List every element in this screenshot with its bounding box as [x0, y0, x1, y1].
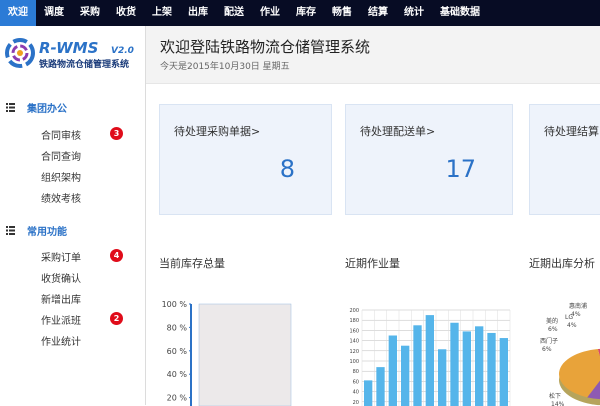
pie-label: 西门子	[540, 337, 558, 345]
y-tick-label: 20 %	[167, 394, 188, 403]
badge-contract-review: 3	[110, 127, 123, 140]
nav-shelving[interactable]: 上架	[144, 0, 180, 26]
y-tick-label: 60	[353, 379, 359, 385]
nav-operations[interactable]: 作业	[252, 0, 288, 26]
pie-label-pct: 6%	[548, 326, 558, 333]
work-bar	[463, 331, 471, 406]
stock-bar	[199, 304, 291, 406]
work-bar	[475, 326, 483, 406]
work-bar	[376, 367, 384, 406]
y-tick-label: 40 %	[167, 370, 188, 379]
pie-label-pct: 4%	[567, 322, 577, 329]
nav-welcome[interactable]: 欢迎	[0, 0, 36, 26]
y-tick-label: 80 %	[167, 323, 188, 332]
y-tick-label: 180	[349, 318, 359, 324]
nav-outbound[interactable]: 出库	[180, 0, 216, 26]
y-tick-label: 200	[349, 308, 359, 314]
nav-statistics[interactable]: 统计	[396, 0, 432, 26]
sidebar-item-shift-assign[interactable]: 作业派班	[41, 312, 81, 327]
nav-base-data[interactable]: 基础数据	[432, 0, 488, 26]
work-chart: 20018016014012010080604020	[345, 296, 515, 406]
nav-sales[interactable]: 畅售	[324, 0, 360, 26]
badge-purchase-order: 4	[110, 249, 123, 262]
sidebar-item-work-stats[interactable]: 作业统计	[41, 333, 81, 348]
nav-inventory[interactable]: 库存	[288, 0, 324, 26]
nav-receive[interactable]: 收货	[108, 0, 144, 26]
y-tick-label: 40	[353, 390, 359, 396]
nav-purchase[interactable]: 采购	[72, 0, 108, 26]
y-tick-label: 100	[349, 359, 359, 365]
sidebar: R-WMS V2.0 铁路物流仓储管理系统 集团办公 合同审核 3 合同查询 组…	[0, 26, 146, 405]
badge-shift-assign: 2	[110, 312, 123, 325]
card-pending-purchase[interactable]: 待处理采购单据> 8	[159, 104, 332, 215]
logo-mark-icon	[7, 40, 33, 66]
card-pending-delivery[interactable]: 待处理配送单> 17	[345, 104, 513, 215]
pie-label: LG	[565, 314, 573, 321]
sidebar-item-purchase-order[interactable]: 采购订单	[41, 249, 81, 264]
panel-title-stock: 当前库存总量	[159, 255, 225, 271]
y-tick-label: 60 %	[167, 347, 188, 356]
work-bar	[364, 380, 372, 406]
pie-label: 美的	[546, 317, 558, 325]
card-label: 待处理配送单>	[360, 123, 435, 139]
current-date: 今天是2015年10月30日 星期五	[160, 59, 290, 72]
top-navigation: 欢迎 调度 采购 收货 上架 出库 配送 作业 库存 畅售 结算 统计 基础数据	[0, 0, 600, 26]
logo: R-WMS V2.0 铁路物流仓储管理系统	[5, 36, 140, 72]
pie-label-pct: 14%	[551, 401, 565, 406]
sidebar-item-new-outbound[interactable]: 新增出库	[41, 291, 81, 306]
y-tick-label: 160	[349, 328, 359, 334]
panel-title-outbound: 近期出库分析	[529, 255, 595, 271]
y-tick-label: 100 %	[162, 300, 188, 309]
pie-label-pct: 6%	[542, 346, 552, 353]
nav-delivery[interactable]: 配送	[216, 0, 252, 26]
list-icon	[6, 226, 15, 235]
group-common-title: 常用功能	[27, 223, 67, 238]
list-icon	[6, 103, 15, 112]
work-bar	[450, 323, 458, 406]
group-office-header[interactable]: 集团办公	[6, 100, 67, 115]
nav-dispatch[interactable]: 调度	[36, 0, 72, 26]
group-common-header[interactable]: 常用功能	[6, 223, 67, 238]
panel-title-work: 近期作业量	[345, 255, 400, 271]
work-bar	[389, 336, 397, 406]
stock-chart: 100 % 80 % 60 % 40 % 20 %	[159, 296, 299, 406]
work-bar	[500, 338, 508, 406]
work-bar	[413, 325, 421, 406]
pie-label: 松下	[549, 392, 561, 400]
card-value: 17	[445, 155, 476, 183]
card-pending-settlement[interactable]: 待处理结算	[529, 104, 600, 215]
sidebar-item-contract-query[interactable]: 合同查询	[41, 148, 81, 163]
sidebar-item-org-structure[interactable]: 组织架构	[41, 169, 81, 184]
y-tick-label: 120	[349, 349, 359, 355]
work-bar	[438, 349, 446, 406]
y-tick-label: 140	[349, 339, 359, 345]
nav-settlement[interactable]: 结算	[360, 0, 396, 26]
logo-subtitle: 铁路物流仓储管理系统	[39, 58, 129, 70]
card-label: 待处理采购单据>	[174, 123, 260, 139]
card-label: 待处理结算	[544, 123, 599, 139]
outbound-pie-chart: 惠南浦4%LG4%美的6%西门子6%松下14%	[529, 296, 600, 406]
page-title: 欢迎登陆铁路物流仓储管理系统	[160, 36, 370, 57]
work-bar	[401, 346, 409, 406]
group-office-title: 集团办公	[27, 100, 67, 115]
card-value: 8	[280, 155, 295, 183]
logo-version: V2.0	[111, 46, 134, 56]
sidebar-item-receive-confirm[interactable]: 收货确认	[41, 270, 81, 285]
work-bar	[426, 315, 434, 406]
y-tick-label: 80	[353, 369, 359, 375]
sidebar-item-performance[interactable]: 绩效考核	[41, 190, 81, 205]
main-content: 欢迎登陆铁路物流仓储管理系统 今天是2015年10月30日 星期五 待处理采购单…	[146, 26, 600, 405]
pie-label: 惠南浦	[569, 302, 587, 310]
sidebar-item-contract-review[interactable]: 合同审核	[41, 127, 81, 142]
logo-brand: R-WMS	[39, 39, 98, 57]
work-bar	[487, 333, 495, 406]
